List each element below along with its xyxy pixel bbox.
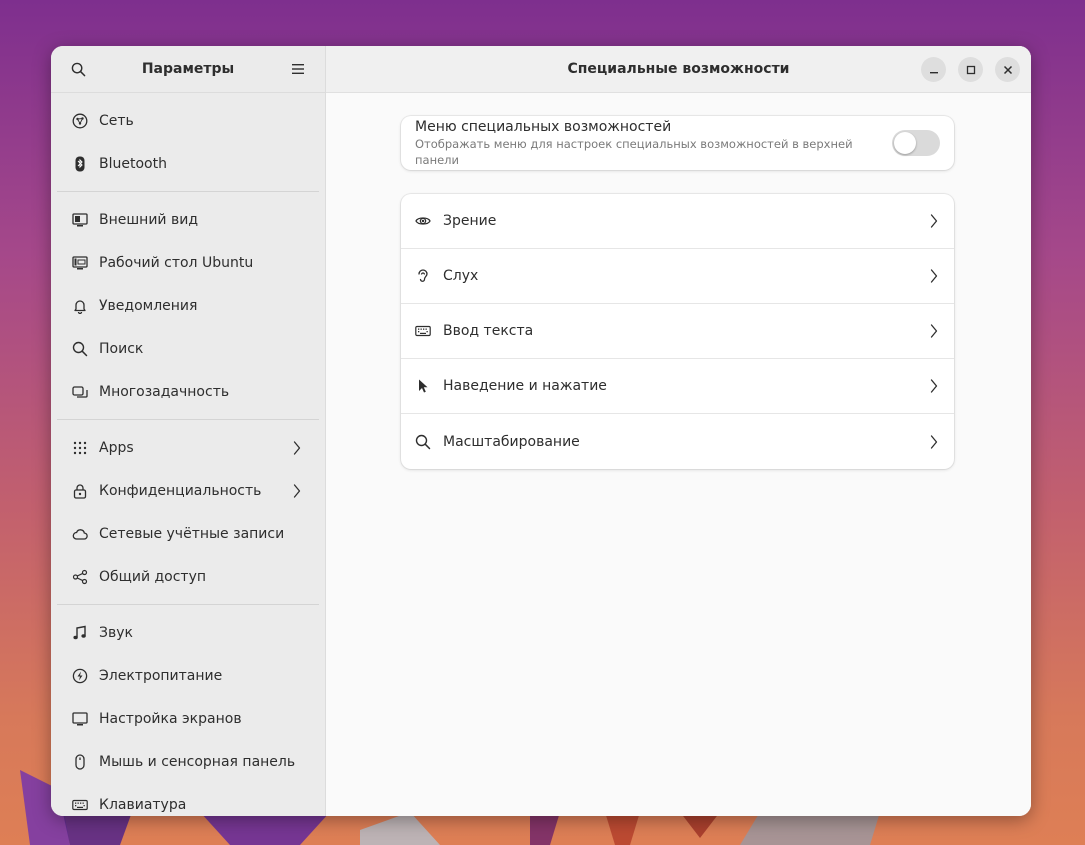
toggle-subtitle: Отображать меню для настроек специальных… — [415, 137, 853, 167]
accessibility-categories-list: Зрение Слух Ввод текста Наведение и нажатие… — [401, 194, 954, 469]
chevron-right-icon — [928, 434, 940, 450]
chevron-right-icon — [928, 268, 940, 284]
main-header: Специальные возможности — [326, 46, 1031, 93]
chevron-right-icon — [928, 213, 940, 229]
sidebar-item-label: Многозадачность — [99, 383, 230, 400]
minimize-button[interactable] — [921, 57, 946, 82]
category-row-ear[interactable]: Слух — [401, 249, 954, 304]
bluetooth-icon — [71, 155, 89, 173]
sidebar-item-power[interactable]: Электропитание — [57, 654, 319, 697]
sidebar-item-label: Конфиденциальность — [99, 482, 262, 499]
mouse-icon — [71, 753, 89, 771]
sidebar-item-monitor[interactable]: Настройка экранов — [57, 697, 319, 740]
sidebar-item-bell[interactable]: Уведомления — [57, 284, 319, 327]
category-row-label: Наведение и нажатие — [443, 378, 607, 394]
sidebar-title: Параметры — [141, 61, 235, 77]
toggle-title: Меню специальных возможностей — [415, 119, 672, 135]
page-title: Специальные возможности — [567, 61, 790, 77]
sidebar-item-label: Электропитание — [99, 667, 223, 684]
window-controls — [921, 57, 1020, 82]
sidebar-item-label: Внешний вид — [99, 211, 199, 228]
sidebar-item-appearance[interactable]: Внешний вид — [57, 198, 319, 241]
network-icon — [71, 112, 89, 130]
sidebar-item-apps-grid[interactable]: Apps — [57, 426, 319, 469]
sidebar-item-mouse[interactable]: Мышь и сенсорная панель — [57, 740, 319, 783]
search-icon — [71, 340, 89, 358]
sidebar-item-label: Сетевые учётные записи — [99, 525, 285, 542]
sidebar: Параметры Сеть Bluetooth Внешний вид Рабочи… — [51, 46, 326, 816]
sidebar-separator — [57, 604, 319, 605]
keyboard-icon — [71, 796, 89, 814]
eye-icon — [415, 213, 431, 229]
category-row-zoom[interactable]: Масштабирование — [401, 414, 954, 469]
sidebar-item-label: Рабочий стол Ubuntu — [99, 254, 254, 271]
sidebar-item-bluetooth[interactable]: Bluetooth — [57, 142, 319, 185]
sidebar-item-label: Общий доступ — [99, 568, 207, 585]
music-note-icon — [71, 624, 89, 642]
accessibility-menu-card: Меню специальных возможностей Отображать… — [401, 116, 954, 170]
ear-icon — [415, 268, 431, 284]
main-panel: Специальные возможности Меню специальных… — [326, 46, 1031, 816]
sidebar-item-label: Настройка экранов — [99, 710, 242, 727]
pointer-icon — [415, 378, 431, 394]
maximize-button[interactable] — [958, 57, 983, 82]
sidebar-item-label: Мышь и сенсорная панель — [99, 753, 296, 770]
sidebar-item-label: Уведомления — [99, 297, 198, 314]
chevron-right-icon — [928, 323, 940, 339]
sidebar-header: Параметры — [51, 46, 325, 93]
sidebar-item-network[interactable]: Сеть — [57, 99, 319, 142]
category-row-label: Масштабирование — [443, 433, 580, 450]
bell-icon — [71, 297, 89, 315]
share-icon — [71, 568, 89, 586]
sidebar-item-label: Apps — [99, 439, 134, 456]
sidebar-item-label: Поиск — [99, 340, 144, 357]
content-area: Меню специальных возможностей Отображать… — [326, 93, 1031, 469]
sidebar-item-label: Сеть — [99, 112, 134, 129]
sidebar-item-multitasking[interactable]: Многозадачность — [57, 370, 319, 413]
category-row-eye[interactable]: Зрение — [401, 194, 954, 249]
category-row-label: Слух — [443, 268, 479, 284]
category-row-pointer[interactable]: Наведение и нажатие — [401, 359, 954, 414]
category-row-keyboard[interactable]: Ввод текста — [401, 304, 954, 359]
sidebar-item-share[interactable]: Общий доступ — [57, 555, 319, 598]
sidebar-item-keyboard[interactable]: Клавиатура — [57, 783, 319, 816]
multitasking-icon — [71, 383, 89, 401]
sidebar-item-desktop[interactable]: Рабочий стол Ubuntu — [57, 241, 319, 284]
sidebar-item-label: Bluetooth — [99, 155, 167, 172]
close-icon — [1003, 65, 1012, 74]
hamburger-menu-icon[interactable] — [287, 58, 309, 80]
maximize-icon — [966, 65, 975, 74]
sidebar-item-cloud[interactable]: Сетевые учётные записи — [57, 512, 319, 555]
power-icon — [71, 667, 89, 685]
settings-window: Параметры Сеть Bluetooth Внешний вид Рабочи… — [51, 46, 1031, 816]
sidebar-item-label: Звук — [99, 624, 133, 641]
sidebar-item-label: Клавиатура — [99, 796, 187, 813]
desktop-icon — [71, 254, 89, 272]
category-row-label: Зрение — [443, 213, 497, 229]
apps-grid-icon — [71, 439, 89, 457]
monitor-icon — [71, 710, 89, 728]
category-row-label: Ввод текста — [443, 323, 534, 339]
search-icon[interactable] — [67, 58, 89, 80]
cloud-icon — [71, 525, 89, 543]
sidebar-separator — [57, 419, 319, 420]
toggle-text: Меню специальных возможностей Отображать… — [415, 118, 892, 168]
sidebar-item-lock[interactable]: Конфиденциальность — [57, 469, 319, 512]
sidebar-item-search[interactable]: Поиск — [57, 327, 319, 370]
sidebar-item-music-note[interactable]: Звук — [57, 611, 319, 654]
lock-icon — [71, 482, 89, 500]
accessibility-menu-switch[interactable] — [892, 130, 940, 156]
minimize-icon — [929, 71, 938, 73]
appearance-icon — [71, 211, 89, 229]
sidebar-separator — [57, 191, 319, 192]
switch-knob — [894, 132, 916, 154]
chevron-right-icon — [291, 483, 303, 499]
chevron-right-icon — [928, 378, 940, 394]
zoom-icon — [415, 434, 431, 450]
keyboard-icon — [415, 323, 431, 339]
close-button[interactable] — [995, 57, 1020, 82]
sidebar-list: Сеть Bluetooth Внешний вид Рабочий стол Ubu… — [51, 93, 325, 816]
chevron-right-icon — [291, 440, 303, 456]
